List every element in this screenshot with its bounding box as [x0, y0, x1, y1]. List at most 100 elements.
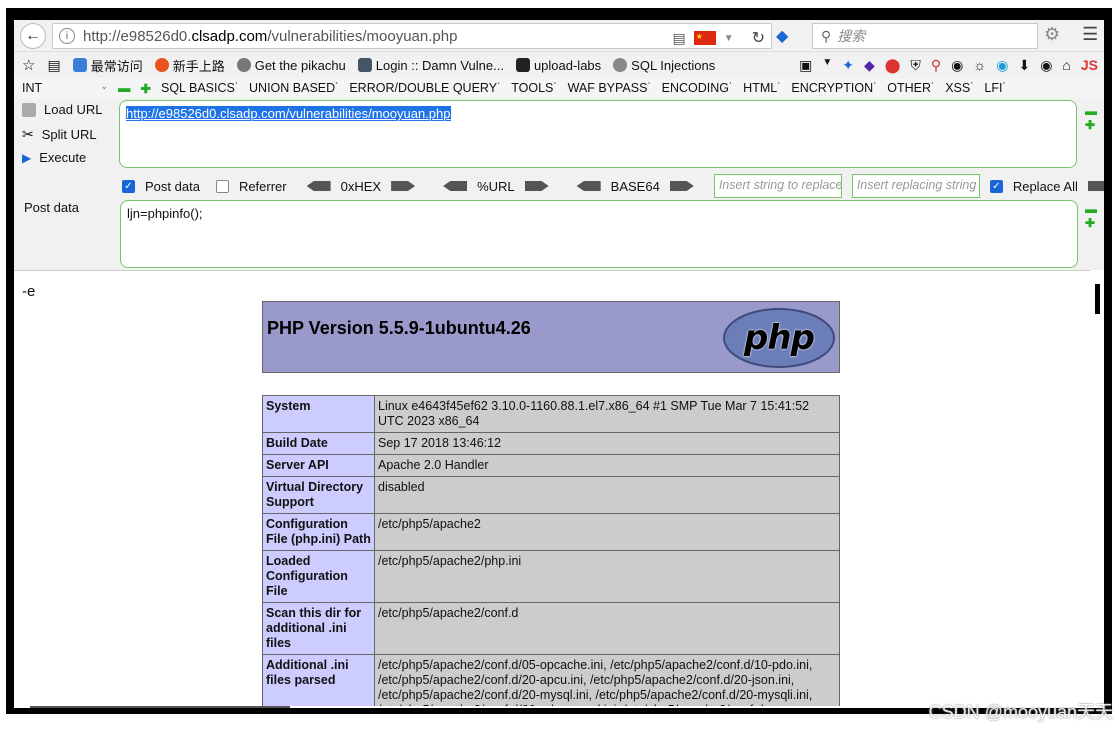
menu-encryption[interactable]: ENCRYPTION˙ [791, 81, 877, 95]
gear-icon[interactable]: ⚙ [1044, 24, 1060, 45]
menu-other[interactable]: OTHER˙ [887, 81, 935, 95]
extension-icon[interactable]: ✦ [842, 57, 854, 74]
arrow-left-icon[interactable] [443, 181, 468, 191]
search-input[interactable]: ⚲ 搜索 [812, 23, 1038, 49]
info-value: /etc/php5/apache2 [374, 513, 840, 551]
scrollbar-thumb[interactable] [1095, 284, 1100, 314]
plus-icon[interactable]: ✚ [141, 81, 151, 96]
star-icon[interactable]: ☆ [22, 56, 35, 74]
hamburger-menu-icon[interactable]: ☰ [1082, 24, 1098, 45]
minus-icon[interactable]: ▬ [1085, 104, 1097, 118]
hackbar-url-value: http://e98526d0.clsadp.com/vulnerabiliti… [126, 106, 451, 121]
minus-icon[interactable]: ▬ [1085, 202, 1097, 216]
load-url-label: Load URL [44, 102, 103, 117]
info-value: /etc/php5/apache2/conf.d [374, 602, 840, 655]
post-data-checkbox[interactable]: ✓ [122, 179, 135, 193]
replace-string-input[interactable]: Insert string to replace [713, 174, 842, 198]
pocket-icon[interactable]: ◆ [776, 26, 788, 46]
bookmark-item[interactable]: 新手上路 [154, 56, 225, 75]
info-key: Server API [262, 454, 375, 477]
extension-icon[interactable]: ◆ [864, 57, 875, 74]
minus-icon[interactable]: ▬ [118, 81, 131, 95]
home-icon[interactable]: ⌂ [1062, 57, 1070, 74]
shield-icon[interactable]: ⛨ [910, 57, 921, 74]
execute-button[interactable]: ▶ Execute [22, 150, 86, 165]
address-bar[interactable]: i http://e98526d0. clsadp.com/vulnerabili… [52, 23, 772, 49]
menu-error-double-query[interactable]: ERROR/DOUBLE QUERY˙ [349, 81, 501, 95]
menu-encoding[interactable]: ENCODING˙ [662, 81, 734, 95]
menu-html[interactable]: HTML˙ [743, 81, 781, 95]
table-row: Additional .ini files parsed/etc/php5/ap… [262, 654, 840, 706]
url-host: clsadp.com [191, 27, 268, 45]
scissors-icon: ✂ [22, 126, 34, 142]
vertical-scrollbar[interactable] [1092, 270, 1104, 706]
table-row: Build Date Sep 17 2018 13:46:12 [262, 432, 840, 455]
hackbar-url-textarea[interactable]: http://e98526d0.clsadp.com/vulnerabiliti… [119, 100, 1077, 168]
referrer-checkbox[interactable] [215, 179, 229, 193]
bookmark-item[interactable]: Get the pikachu [236, 58, 346, 73]
info-icon[interactable]: i [59, 28, 75, 44]
menu-sql-basics[interactable]: SQL BASICS˙ [161, 81, 239, 95]
bookmark-item[interactable]: SQL Injections [613, 58, 715, 73]
arrow-left-icon[interactable] [306, 181, 331, 191]
chevron-down-icon: ⌄ [100, 81, 108, 91]
border-top [6, 8, 1112, 20]
reader-view-icon[interactable]: ▤ [672, 30, 685, 47]
library-icon[interactable]: ▤ [47, 57, 60, 74]
arrow-right-icon[interactable] [669, 181, 694, 191]
arrow-right-icon[interactable] [391, 181, 416, 191]
post-data-textarea[interactable]: ljn=phpinfo(); [120, 200, 1078, 268]
watermark: CSDN @mooyuan天天 [928, 702, 1113, 722]
search-icon: ⚲ [821, 27, 832, 44]
js-icon[interactable]: JS [1081, 57, 1098, 74]
split-url-button[interactable]: ✂ Split URL [22, 126, 97, 143]
bookmark-item[interactable]: Login :: Damn Vulne... [357, 58, 504, 73]
post-data-value: ljn=phpinfo(); [127, 206, 203, 221]
download-icon[interactable]: ⬇ [1018, 57, 1030, 74]
replace-all-checkbox[interactable]: ✓ [989, 179, 1003, 193]
plus-icon[interactable]: ✚ [1085, 118, 1097, 132]
back-button[interactable]: ← [20, 23, 46, 49]
url-prefix: http://e98526d0. [83, 27, 192, 45]
table-row: Loaded Configuration File/etc/php5/apach… [262, 550, 840, 603]
menu-lfi[interactable]: LFI˙ [984, 81, 1006, 95]
extension-icon[interactable]: ▣ [799, 57, 812, 74]
bookmark-label: SQL Injections [631, 57, 716, 73]
menu-tools[interactable]: TOOLS˙ [511, 81, 557, 95]
table-row: Configuration File (php.ini) Path/etc/ph… [262, 513, 840, 551]
menu-xss[interactable]: XSS˙ [945, 81, 974, 95]
table-row: System Linux e4643f45ef62 3.10.0-1160.88.… [262, 395, 840, 433]
chevron-down-icon[interactable]: ▼ [724, 33, 734, 44]
extension-icon[interactable]: ◉ [1040, 57, 1052, 74]
int-select[interactable]: INT ⌄ [22, 81, 108, 95]
china-flag-icon[interactable] [693, 31, 716, 45]
menu-waf-bypass[interactable]: WAF BYPASS˙ [568, 81, 652, 95]
arrow-left-icon[interactable] [576, 181, 601, 191]
referrer-checkbox-label: Referrer [238, 178, 287, 194]
chevron-down-icon[interactable]: ▼ [822, 57, 832, 74]
menu-union-based[interactable]: UNION BASED˙ [249, 81, 339, 95]
globe-icon [613, 58, 628, 72]
bookmark-item[interactable]: 最常访问 [72, 56, 143, 75]
arrow-right-icon[interactable] [524, 181, 549, 191]
screenshot-frame: ← i http://e98526d0. clsadp.com/vulnerabi… [0, 0, 1119, 730]
search-icon[interactable]: ⚲ [931, 57, 941, 74]
post-data-label: Post data [24, 200, 79, 215]
load-url-button[interactable]: Load URL [22, 102, 103, 117]
hex-label: 0xHEX [340, 178, 382, 194]
play-icon: ▶ [22, 150, 32, 165]
extension-icon[interactable]: ◉ [996, 57, 1008, 74]
split-url-label: Split URL [41, 127, 97, 142]
reload-icon[interactable]: ↻ [752, 28, 765, 48]
bookmark-item[interactable]: upload-labs [515, 58, 601, 73]
replacing-string-input[interactable]: Insert replacing string [851, 174, 980, 198]
hackbar-options-row: ✓ Post data Referrer 0xHEX %URL BASE64 I… [122, 174, 1119, 198]
adblock-icon[interactable]: ⬤ [885, 57, 901, 74]
post-box-resize-controls: ▬ ✚ [1085, 202, 1097, 230]
plus-icon[interactable]: ✚ [1085, 216, 1097, 230]
replace-all-label: Replace All [1012, 178, 1078, 194]
info-key: Configuration File (php.ini) Path [262, 513, 375, 551]
post-data-checkbox-label: Post data [145, 178, 200, 194]
palette-icon[interactable]: ☼ [973, 57, 986, 74]
extension-icon[interactable]: ◉ [951, 57, 963, 74]
